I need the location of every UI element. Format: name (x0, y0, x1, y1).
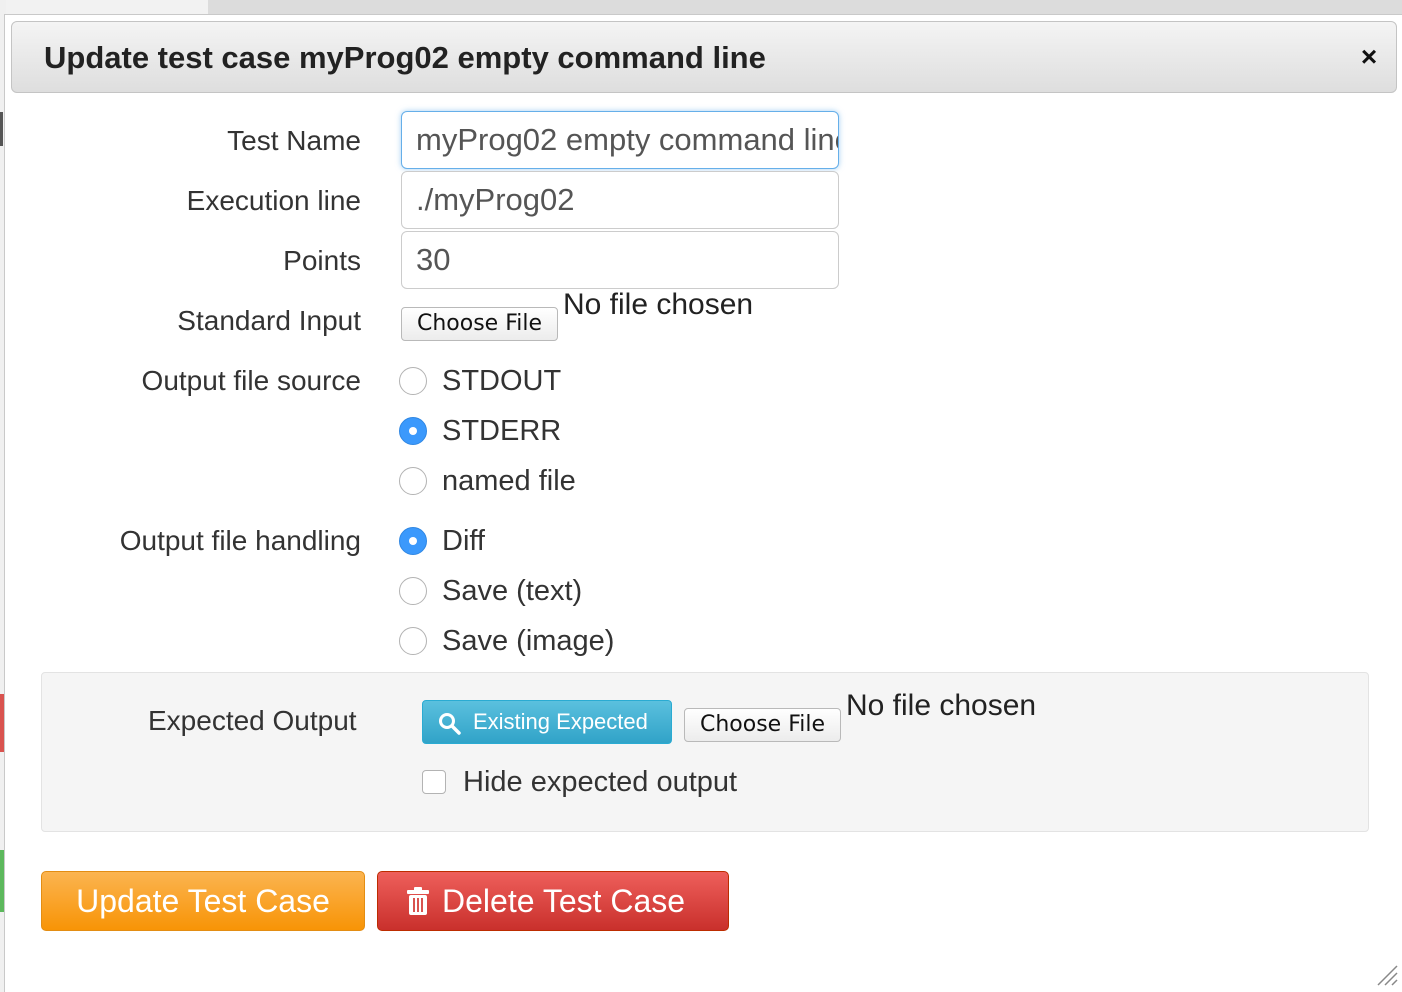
expected-output-label: Expected Output (148, 705, 357, 736)
expected-output-file-status: No file chosen (846, 689, 1037, 722)
output-source-radio-named-file[interactable] (399, 467, 427, 495)
close-icon[interactable]: × (1356, 43, 1382, 71)
test-name-label: Test Name (227, 125, 361, 156)
output-handling-radio-save-text[interactable] (399, 577, 427, 605)
search-icon (439, 713, 461, 735)
standard-input-choose-file-button[interactable]: Choose File (401, 307, 559, 341)
output-handling-option-save-image[interactable]: Save (image) (442, 624, 614, 658)
output-source-label: Output file source (141, 365, 361, 396)
existing-expected-label: Existing Expected (473, 709, 648, 734)
expected-output-choose-file-button[interactable]: Choose File (684, 708, 842, 742)
output-source-radio-stdout[interactable] (399, 367, 427, 395)
standard-input-file-status: No file chosen (563, 288, 754, 321)
hide-expected-output-label[interactable]: Hide expected output (463, 765, 737, 799)
background-edge-mark (0, 112, 3, 146)
points-input[interactable]: 30 (401, 231, 839, 289)
update-test-case-dialog: Update test case myProg02 empty command … (4, 14, 1402, 992)
dialog-title: Update test case myProg02 empty command … (44, 40, 766, 75)
standard-input-label: Standard Input (177, 305, 361, 336)
output-handling-option-diff[interactable]: Diff (442, 524, 485, 558)
delete-test-case-label: Delete Test Case (442, 883, 686, 919)
execution-line-label: Execution line (186, 185, 361, 216)
output-handling-radio-diff[interactable] (399, 527, 427, 555)
output-handling-radio-save-image[interactable] (399, 627, 427, 655)
points-label: Points (283, 245, 361, 276)
output-handling-label: Output file handling (119, 525, 361, 556)
dialog-titlebar[interactable]: Update test case myProg02 empty command … (11, 21, 1397, 93)
expected-output-panel: Expected Output Existing Expected Choose… (41, 672, 1369, 832)
output-handling-option-save-text[interactable]: Save (text) (442, 574, 582, 608)
existing-expected-button[interactable]: Existing Expected (422, 700, 672, 744)
background-tab (0, 0, 208, 14)
delete-test-case-button[interactable]: Delete Test Case (377, 871, 729, 931)
update-test-case-button[interactable]: Update Test Case (41, 871, 365, 931)
output-source-option-stderr[interactable]: STDERR (442, 414, 561, 448)
test-name-input[interactable]: myProg02 empty command line (401, 111, 839, 169)
resize-grip-icon[interactable] (1374, 962, 1398, 986)
trash-icon (407, 887, 429, 915)
hide-expected-output-checkbox[interactable] (422, 770, 446, 794)
output-source-option-stdout[interactable]: STDOUT (442, 364, 561, 398)
background-window-top (0, 0, 1402, 14)
output-source-option-named-file[interactable]: named file (442, 464, 576, 498)
execution-line-input[interactable]: ./myProg02 (401, 171, 839, 229)
output-source-radio-stderr[interactable] (399, 417, 427, 445)
